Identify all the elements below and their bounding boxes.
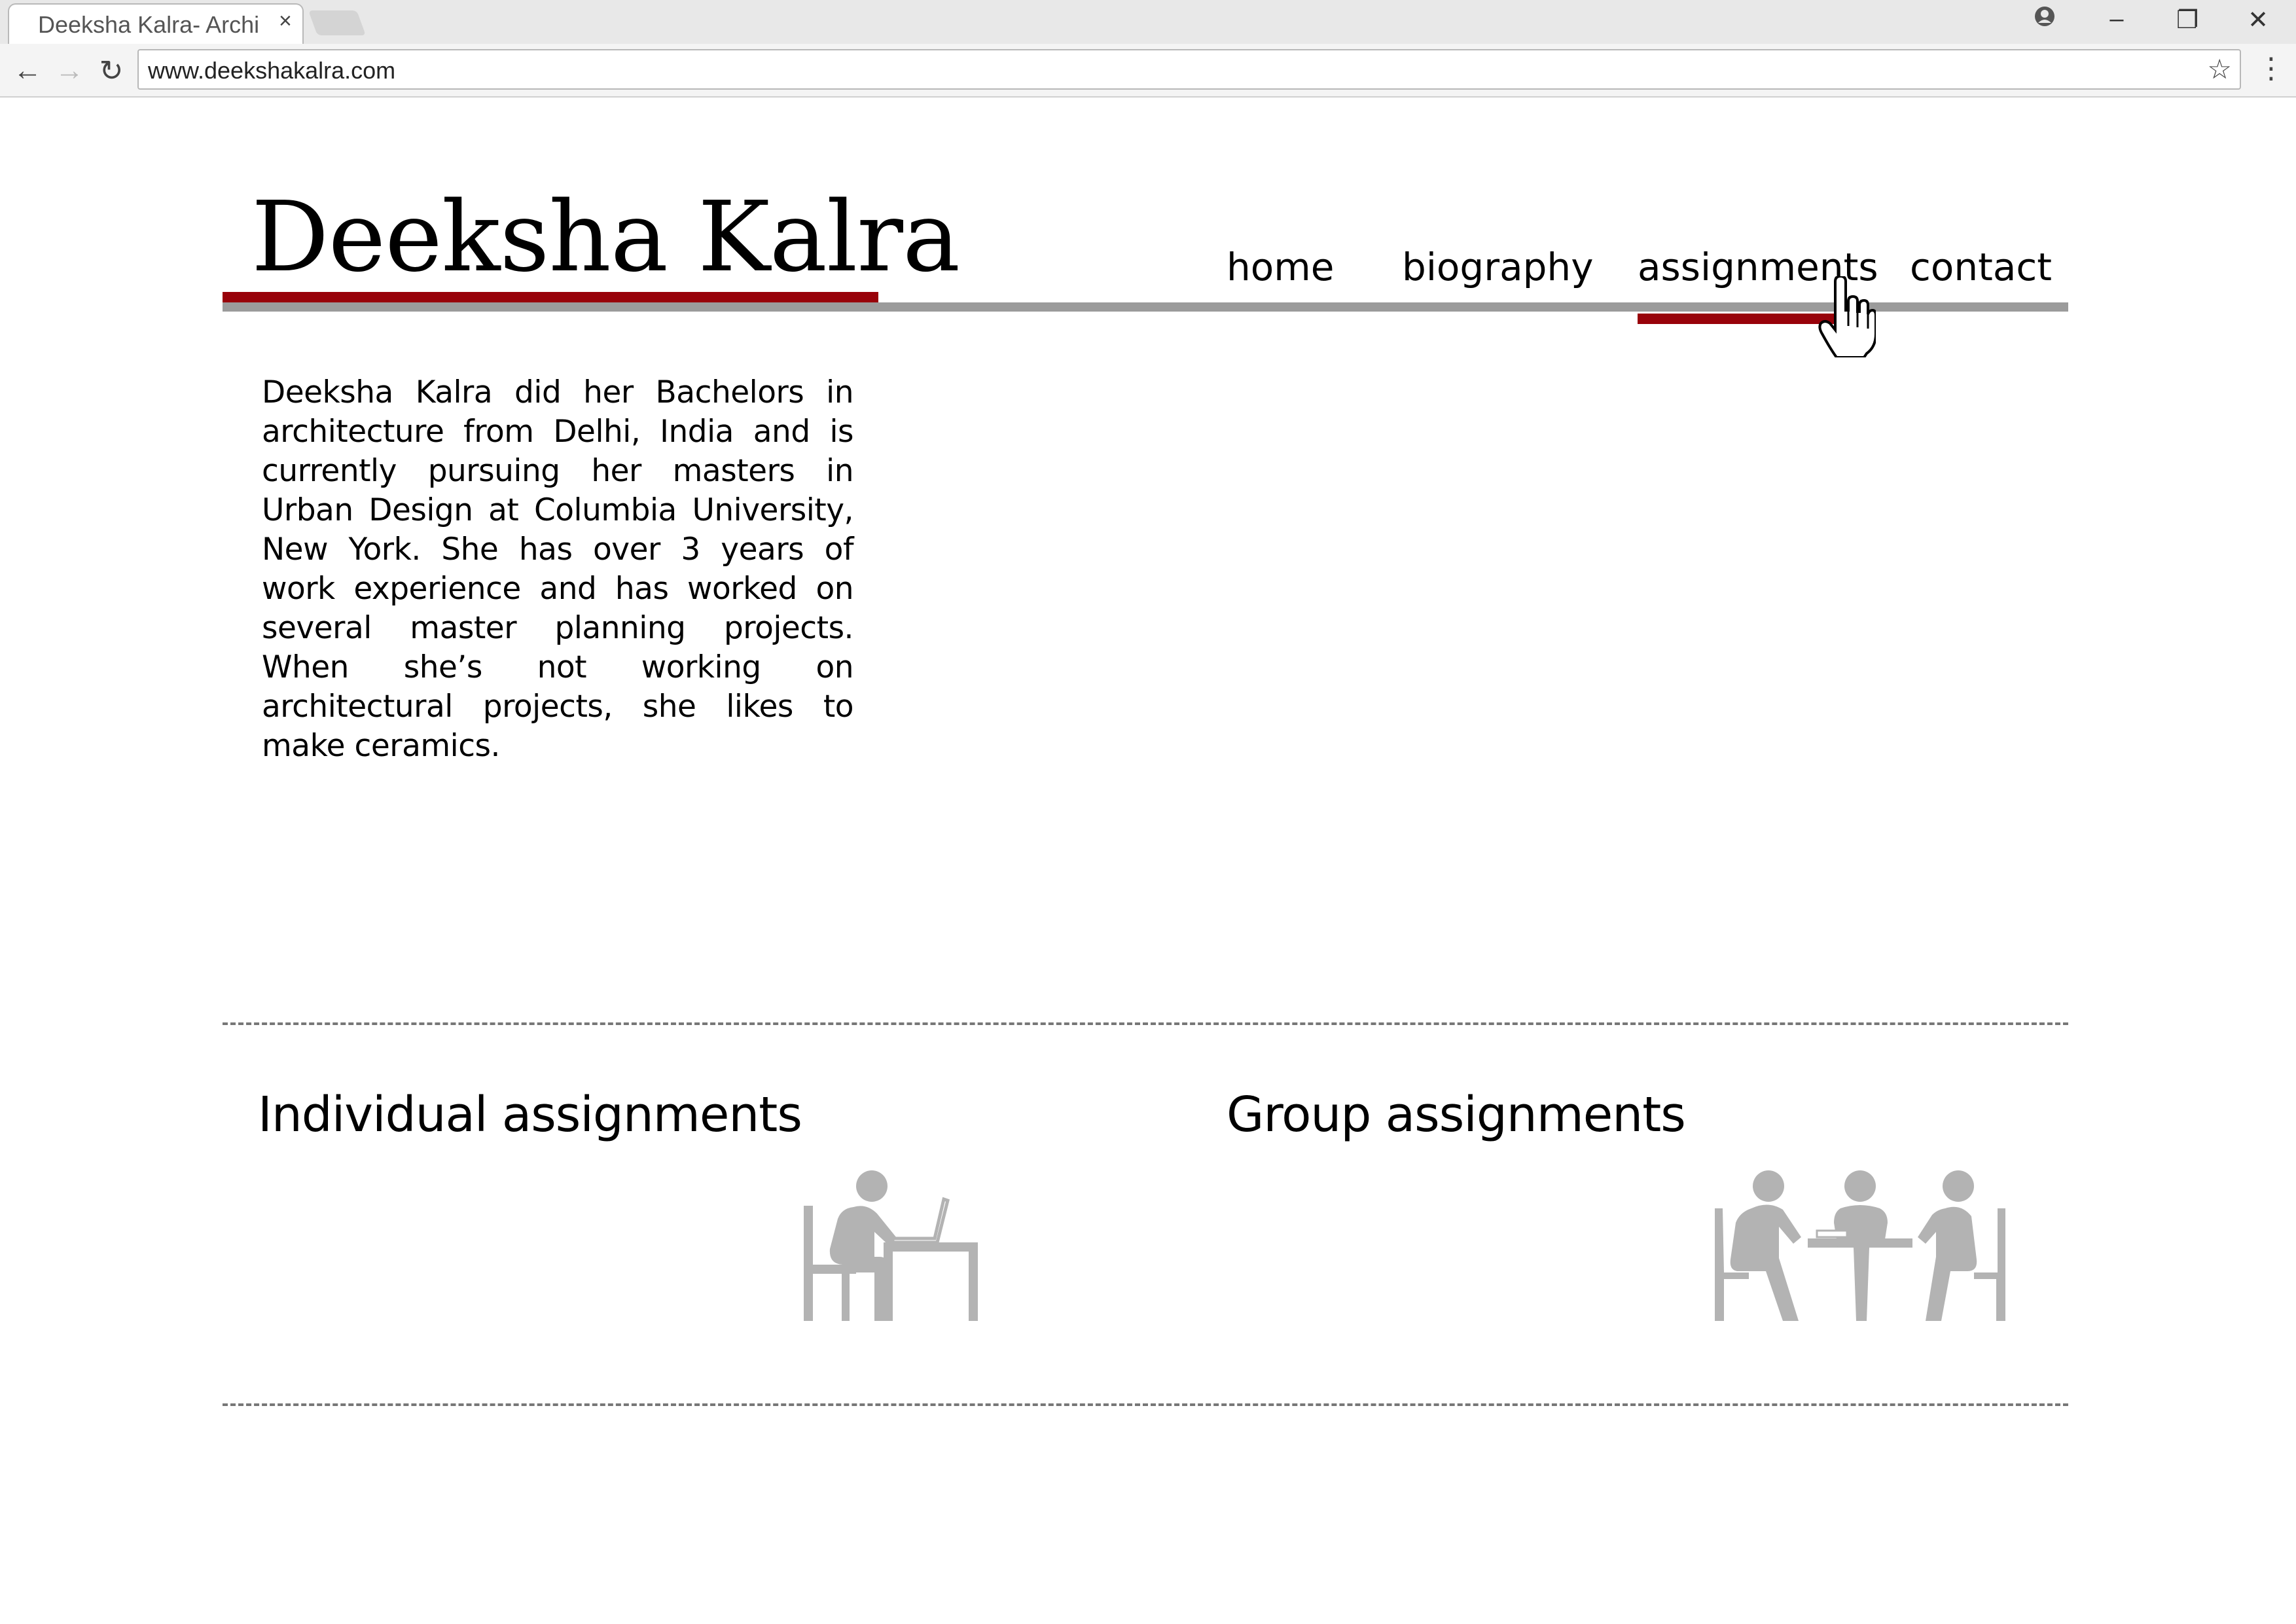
browser-tab[interactable]: Deeksha Kalra- Archi × — [8, 3, 304, 45]
forward-icon[interactable]: → — [51, 54, 88, 87]
nav-contact[interactable]: contact — [1910, 245, 2052, 289]
tab-title: Deeksha Kalra- Archi — [38, 11, 260, 38]
reload-icon[interactable]: ↻ — [93, 54, 130, 88]
back-icon[interactable]: ← — [9, 54, 46, 87]
bookmark-star-icon[interactable]: ☆ — [2207, 53, 2232, 85]
minimize-icon[interactable]: – — [2097, 5, 2136, 33]
hand-cursor-icon — [1818, 276, 1876, 357]
new-tab-button[interactable] — [308, 10, 366, 35]
person-at-desk-icon[interactable] — [801, 1166, 978, 1324]
group-meeting-icon[interactable] — [1710, 1166, 2011, 1324]
profile-icon[interactable] — [2025, 5, 2064, 34]
browser-tab-bar: Deeksha Kalra- Archi × – ❐ ✕ — [0, 0, 2296, 45]
browser-menu-icon[interactable]: ⋮ — [2257, 52, 2286, 85]
url-text[interactable]: www.deekshakalra.com — [148, 57, 395, 84]
title-underline — [223, 292, 878, 302]
restore-icon[interactable]: ❐ — [2168, 5, 2207, 35]
header-rule — [223, 302, 2068, 312]
nav-home[interactable]: home — [1227, 245, 1334, 289]
nav-biography[interactable]: biography — [1402, 245, 1594, 289]
group-assignments-heading[interactable]: Group assignments — [1227, 1087, 1686, 1143]
address-bar[interactable]: www.deekshakalra.com ☆ — [137, 49, 2241, 90]
tab-close-icon[interactable]: × — [279, 9, 292, 34]
individual-assignments-heading[interactable]: Individual assignments — [258, 1087, 802, 1143]
window-close-icon[interactable]: ✕ — [2238, 5, 2278, 35]
nav-active-indicator — [1638, 314, 1846, 324]
browser-toolbar: ← → ↻ www.deekshakalra.com ☆ ⋮ — [0, 44, 2296, 98]
site-title: Deeksha Kalra — [251, 181, 960, 293]
section-divider-bottom — [223, 1403, 2068, 1406]
biography-paragraph: Deeksha Kalra did her Bachelors in archi… — [262, 374, 854, 764]
section-divider-top — [223, 1022, 2068, 1025]
